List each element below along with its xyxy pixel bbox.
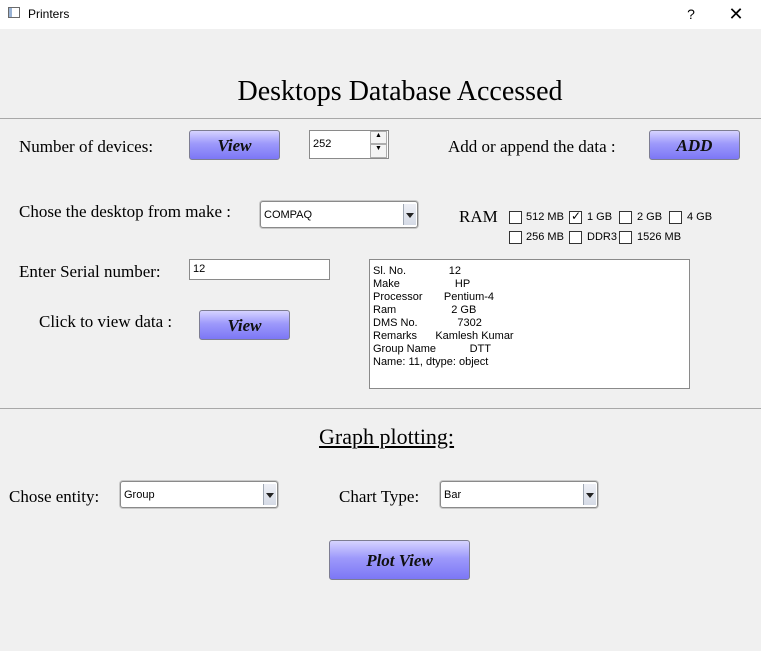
ram-option-label: 512 MB	[526, 211, 564, 223]
make-value: COMPAQ	[264, 209, 313, 221]
window-title: Printers	[28, 7, 70, 21]
view-devices-button[interactable]: View	[189, 130, 280, 160]
serial-input[interactable]: 12	[189, 259, 330, 280]
ram-checkbox-2gb[interactable]	[619, 211, 632, 224]
graph-heading: Graph plotting:	[319, 424, 455, 449]
ram-checkbox-256mb[interactable]	[509, 231, 522, 244]
ram-option-label: 256 MB	[526, 231, 564, 243]
window-icon	[8, 7, 20, 18]
ram-option-label: 1526 MB	[637, 231, 682, 243]
append-label: Add or append the data :	[448, 137, 616, 156]
serial-label: Enter Serial number:	[19, 262, 161, 281]
output-line: DMS No. 7302	[373, 317, 482, 329]
check-icon: ✓	[571, 209, 582, 223]
spin-up-icon[interactable]: ▲	[370, 131, 387, 144]
output-line: Name: 11, dtype: object	[373, 356, 489, 368]
output-line: Processor Pentium-4	[373, 291, 495, 303]
entity-label: Chose entity:	[9, 487, 100, 506]
output-textbox[interactable]: Sl. No. 12 Make HP Processor Pentium-4 R…	[369, 259, 690, 389]
ram-checkbox-4gb[interactable]	[669, 211, 682, 224]
ram-option-label: DDR3	[587, 231, 617, 243]
chart-type-label: Chart Type:	[339, 487, 420, 506]
title-bar: Printers ? ✕	[0, 0, 761, 29]
output-line: Sl. No. 12	[373, 265, 462, 277]
chart-type-combobox[interactable]: Bar	[440, 481, 598, 508]
page-title: Desktops Database Accessed	[237, 76, 563, 107]
device-count-value: 252	[313, 138, 332, 150]
output-line: Group Name DTT	[373, 343, 491, 355]
entity-value: Group	[124, 489, 155, 501]
chevron-down-icon[interactable]	[263, 484, 276, 505]
ram-checkbox-ddr3[interactable]	[569, 231, 582, 244]
view-data-button[interactable]: View	[199, 310, 290, 340]
make-label: Chose the desktop from make :	[19, 202, 231, 221]
view-data-label: Click to view data :	[39, 312, 173, 331]
ram-option-label: 4 GB	[687, 211, 713, 223]
help-icon[interactable]: ?	[684, 4, 698, 24]
make-combobox[interactable]: COMPAQ	[260, 201, 418, 228]
ram-label: RAM	[459, 207, 498, 226]
devices-label: Number of devices:	[19, 137, 154, 156]
ram-checkbox-512mb[interactable]	[509, 211, 522, 224]
chevron-down-icon[interactable]	[583, 484, 596, 505]
add-button[interactable]: ADD	[649, 130, 740, 160]
output-line: Ram 2 GB	[373, 304, 477, 316]
chevron-down-icon[interactable]	[403, 204, 416, 225]
entity-combobox[interactable]: Group	[120, 481, 278, 508]
chart-type-value: Bar	[444, 489, 462, 501]
serial-value: 12	[193, 263, 206, 275]
output-line: Remarks Kamlesh Kumar	[373, 330, 514, 342]
spin-down-icon[interactable]: ▼	[370, 144, 387, 158]
close-icon[interactable]: ✕	[718, 1, 754, 27]
output-line: Make HP	[373, 278, 471, 290]
ram-checkbox-1526mb[interactable]	[619, 231, 632, 244]
ram-option-label: 1 GB	[587, 211, 613, 223]
plot-view-button[interactable]: Plot View	[329, 540, 470, 580]
divider-top	[0, 118, 761, 119]
ram-option-label: 2 GB	[637, 211, 663, 223]
divider-bottom	[0, 408, 761, 409]
ram-checkbox-1gb[interactable]: ✓	[569, 209, 582, 224]
